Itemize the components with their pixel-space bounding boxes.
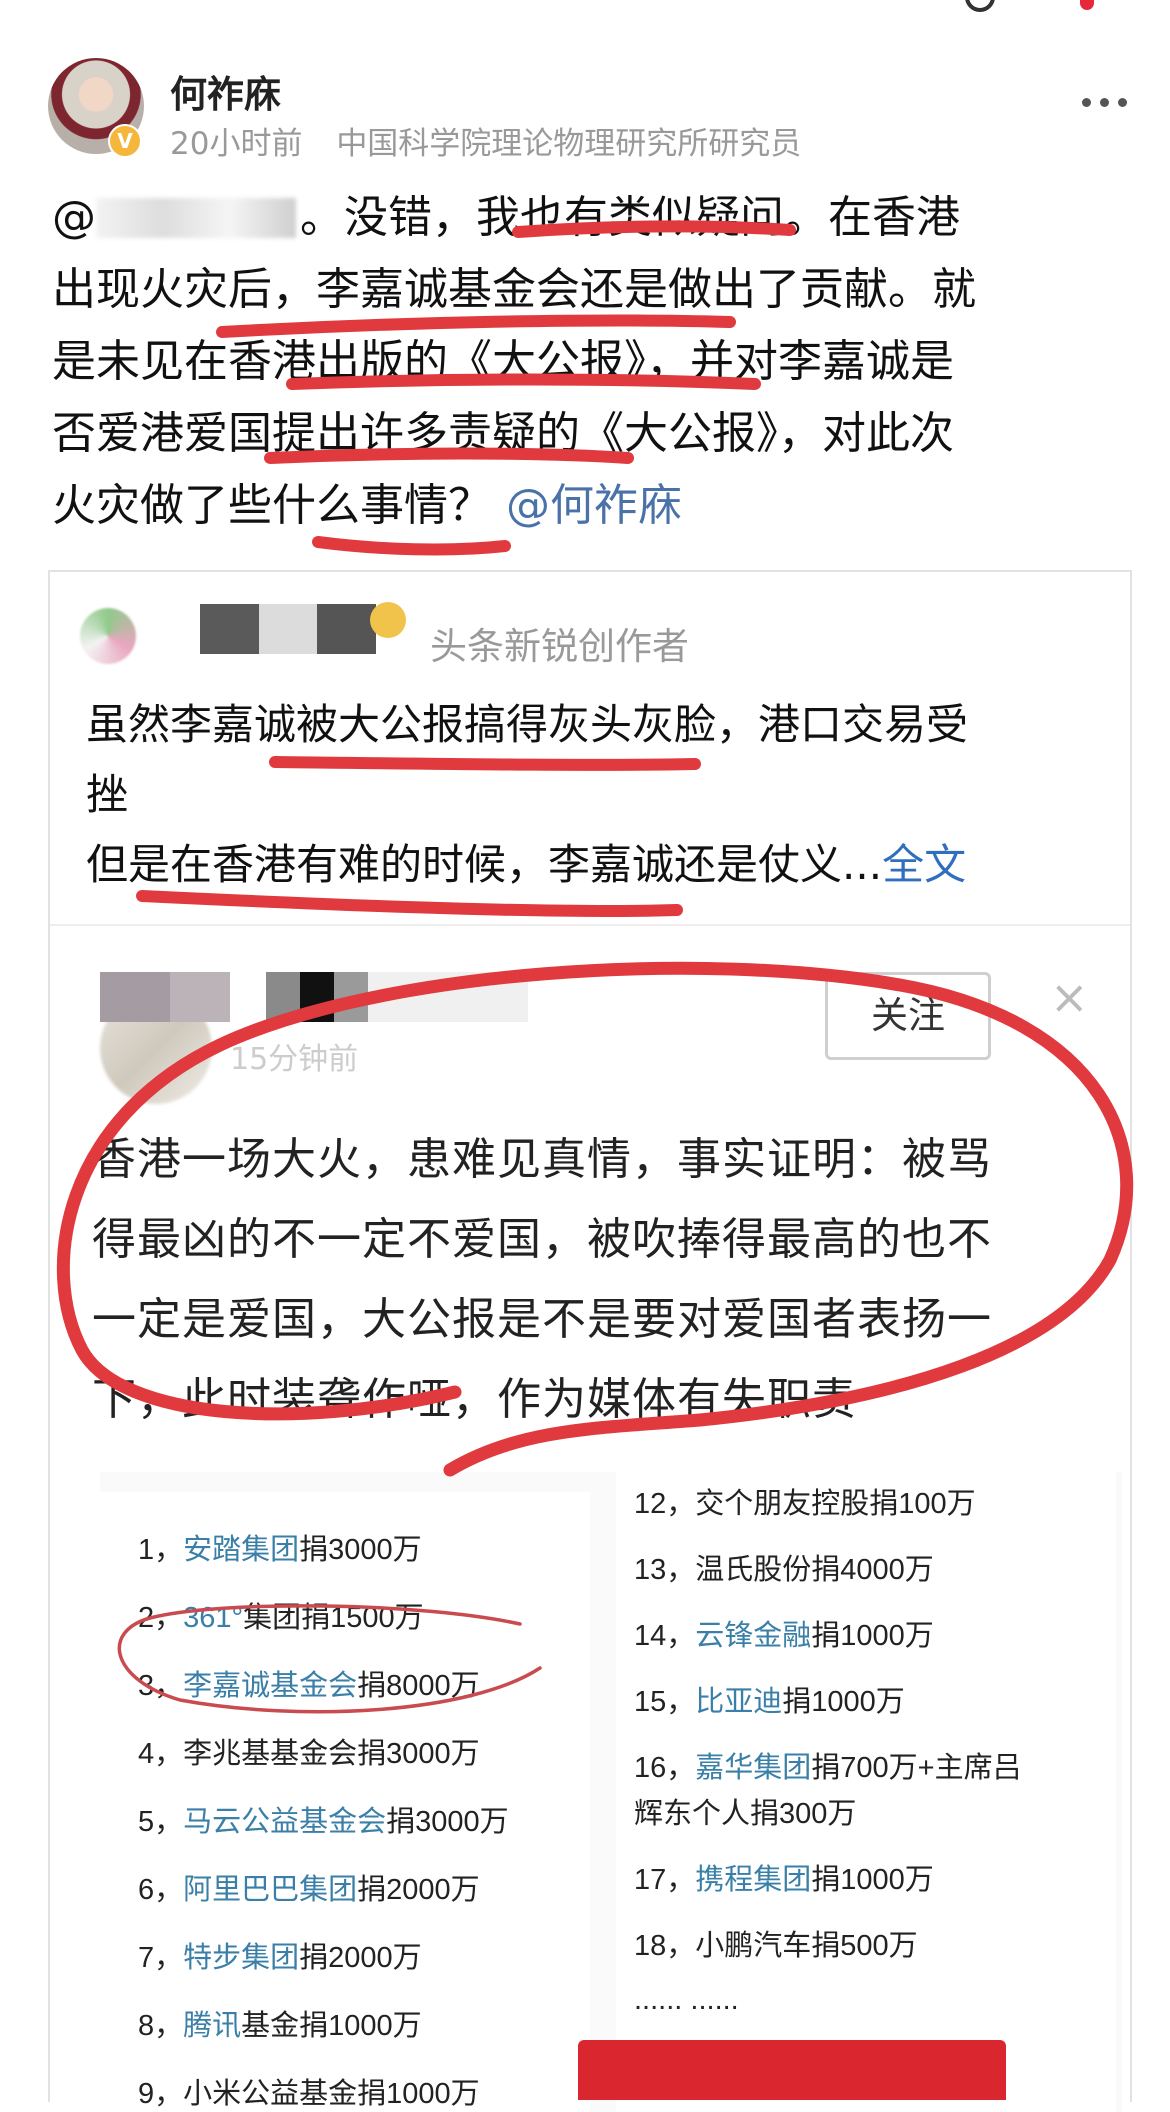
quoted-line-1: 虽然李嘉诚被大公报搞得灰头灰脸，港口交易受 [86,700,969,749]
donation-item: 8，腾讯基金捐1000万 [138,2010,422,2042]
repost-text: 香港一场大火，患难见真情，事实证明：被骂 得最凶的不一定不爱国，被吹捧得最高的也… [92,1120,1092,1440]
more-icon[interactable] [1082,98,1127,107]
status-strip [0,0,1170,18]
close-icon[interactable]: × [1050,970,1089,1024]
redacted-mention [96,198,296,238]
repost-line: 下，此时装聋作哑，作为媒体有失职责 [92,1374,857,1425]
post-line-3: 是未见在香港出版的《大公报》，并对李嘉诚是 [52,336,954,387]
donation-item: 9，小米公益基金捐1000万 [138,2078,480,2110]
donation-item: 4，李兆基基金会捐3000万 [138,1738,480,1770]
donation-item: 1，安踏集团捐3000万 [138,1534,422,1566]
quoted-avatar[interactable] [80,608,136,664]
donation-item: ...... ...... [634,1984,739,2016]
post-meta: 20小时前 中国科学院理论物理研究所研究员 [170,118,801,163]
quoted-line-2: 挫 [86,770,129,819]
post-time: 20小时前 [170,126,303,162]
divider [50,924,1130,926]
verified-badge-icon: V [108,124,142,158]
donation-item: 13，温氏股份捐4000万 [634,1554,934,1586]
donation-item: 16，嘉华集团捐700万+主席吕 [634,1752,1022,1784]
post-text-prefix: @ [52,192,96,243]
donation-item: 18，小鹏汽车捐500万 [634,1930,918,1962]
quoted-text: 虽然李嘉诚被大公报搞得灰头灰脸，港口交易受 挫 但是在香港有难的时候，李嘉诚还是… [86,690,1106,900]
donation-item: 7，特步集团捐2000万 [138,1942,422,1974]
donation-item: 15，比亚迪捐1000万 [634,1686,905,1718]
donation-item: 5，马云公益基金会捐3000万 [138,1806,509,1838]
donation-item: 12，交个朋友控股捐100万 [634,1488,976,1520]
quoted-comment-card[interactable]: 头条新锐创作者 虽然李嘉诚被大公报搞得灰头灰脸，港口交易受 挫 但是在香港有难的… [48,570,1132,2112]
redacted-name [200,604,377,654]
creator-tag: 头条新锐创作者 [430,625,689,668]
author-name[interactable]: 何祚庥 [170,64,281,118]
repost-line: 香港一场大火，患难见真情，事实证明：被骂 [92,1134,992,1185]
red-image-thumbnail [578,2040,1006,2100]
author-title: 中国科学院理论物理研究所研究员 [336,126,802,162]
donation-list-image[interactable]: 1，安踏集团捐3000万 2，361°集团捐1500万 3，李嘉诚基金会捐800… [100,1472,1122,2112]
post-line-1: 。没错，我也有类似疑问。在香港 [300,192,960,243]
follow-button[interactable]: 关注 [825,972,991,1060]
donation-column-right: 12，交个朋友控股捐100万 13，温氏股份捐4000万 14，云锋金融捐100… [616,1472,1116,2112]
donation-column-left: 1，安踏集团捐3000万 2，361°集团捐1500万 3，李嘉诚基金会捐800… [100,1492,590,2112]
annotation-underline [312,536,511,556]
full-text-link[interactable]: 全文 [882,840,966,889]
quoted-line-3: 但是在香港有难的时候，李嘉诚还是仗义... [86,840,883,889]
post-text: @ 。没错，我也有类似疑问。在香港 出现火灾后，李嘉诚基金会还是做出了贡献。就 是… [52,182,1132,542]
donation-item: 6，阿里巴巴集团捐2000万 [138,1874,480,1906]
repost-line: 一定是爱国，大公报是不是要对爱国者表扬一 [92,1294,992,1345]
author-mention[interactable]: @何祚庥 [506,480,682,531]
donation-item: 3，李嘉诚基金会捐8000万 [138,1670,480,1702]
redacted-repost-name [100,972,530,1022]
donation-item: 2，361°集团捐1500万 [138,1602,424,1634]
post-line-2: 出现火灾后，李嘉诚基金会还是做出了贡献。就 [52,264,976,315]
creator-badge-icon [370,602,406,638]
donation-item: 辉东个人捐300万 [634,1798,857,1830]
post-line-5: 火灾做了些什么事情？ [52,480,492,531]
post-line-4: 否爱港爱国提出许多责疑的《大公报》，对此次 [52,408,954,459]
donation-item: 14，云锋金融捐1000万 [634,1620,934,1652]
repost-line: 得最凶的不一定不爱国，被吹捧得最高的也不 [92,1214,992,1265]
repost-time: 15分钟前 [230,1042,359,1077]
donation-item: 17，携程集团捐1000万 [634,1864,934,1896]
